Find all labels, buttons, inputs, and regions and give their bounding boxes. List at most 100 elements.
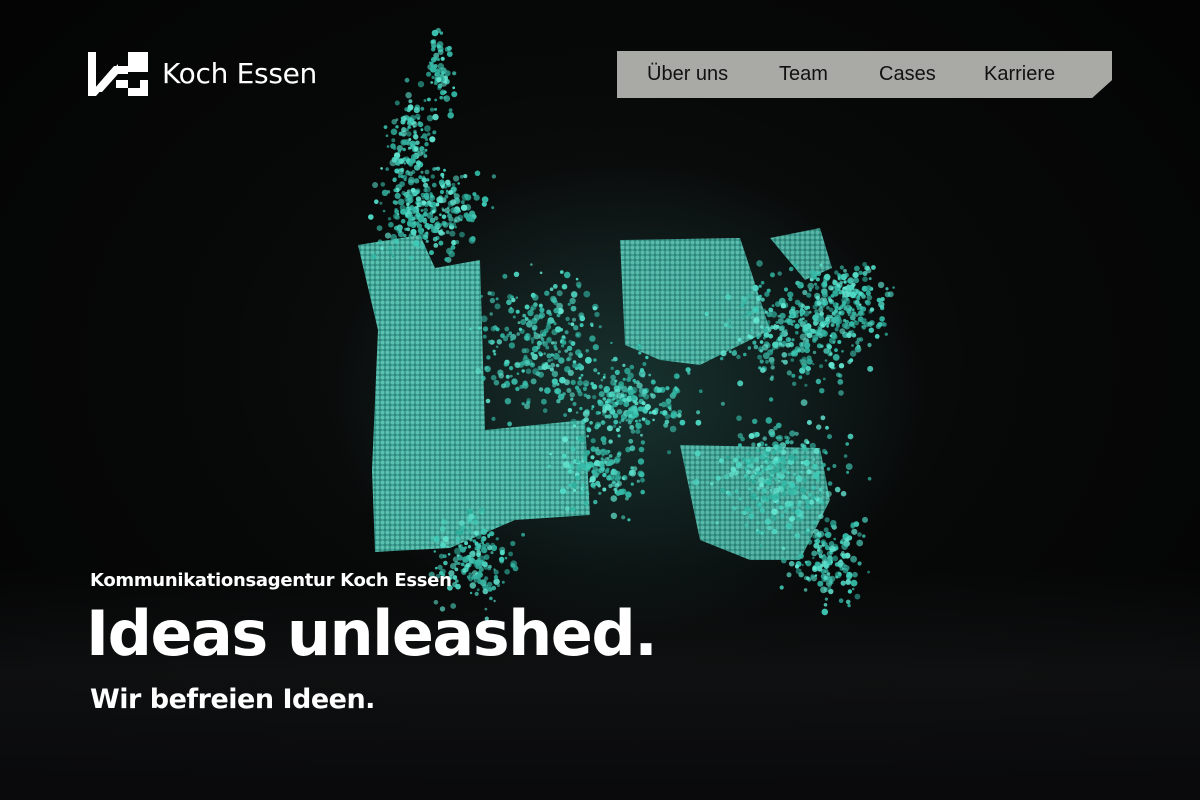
particle bbox=[515, 386, 520, 392]
particle bbox=[745, 458, 750, 463]
particle bbox=[723, 322, 728, 327]
particle bbox=[381, 189, 389, 196]
particle bbox=[773, 467, 780, 473]
particle bbox=[590, 438, 596, 444]
particle bbox=[405, 128, 409, 132]
particle bbox=[768, 333, 774, 339]
nav-item-karriere[interactable]: Karriere bbox=[984, 51, 1055, 98]
particle bbox=[451, 182, 456, 187]
particle bbox=[768, 397, 774, 402]
particle bbox=[427, 132, 431, 136]
particle bbox=[828, 298, 833, 303]
particle bbox=[783, 287, 789, 292]
particle bbox=[521, 369, 525, 373]
particle bbox=[757, 354, 763, 360]
particle bbox=[553, 307, 560, 314]
particle bbox=[673, 373, 680, 380]
particle bbox=[581, 483, 585, 487]
particle bbox=[471, 559, 477, 564]
particle bbox=[761, 494, 768, 501]
particle bbox=[805, 365, 811, 372]
particle bbox=[815, 295, 820, 300]
particle bbox=[429, 136, 436, 143]
particle bbox=[555, 326, 562, 333]
particle bbox=[391, 254, 395, 258]
particle bbox=[447, 112, 454, 119]
particle bbox=[762, 479, 768, 484]
nav-item-cases[interactable]: Cases bbox=[879, 51, 936, 98]
particle bbox=[443, 168, 446, 172]
particle bbox=[778, 326, 785, 332]
particle bbox=[421, 200, 427, 206]
particle bbox=[777, 314, 781, 318]
particle bbox=[388, 245, 392, 250]
nav-item-team[interactable]: Team bbox=[779, 51, 828, 98]
particle bbox=[508, 551, 513, 557]
particle bbox=[851, 311, 856, 317]
particle bbox=[830, 520, 837, 527]
particle bbox=[820, 539, 827, 545]
particle bbox=[618, 381, 625, 388]
particle bbox=[812, 458, 816, 461]
particle bbox=[756, 471, 761, 476]
particle bbox=[756, 336, 760, 340]
particle bbox=[846, 308, 852, 314]
particle bbox=[566, 345, 573, 351]
particle bbox=[424, 218, 428, 222]
particle bbox=[438, 195, 443, 200]
particle bbox=[530, 351, 535, 356]
particle bbox=[485, 542, 490, 547]
particle bbox=[765, 467, 769, 471]
particle bbox=[756, 486, 761, 491]
particle bbox=[603, 373, 606, 376]
particle bbox=[628, 438, 634, 444]
particle bbox=[408, 234, 413, 238]
particle bbox=[566, 388, 572, 393]
particle bbox=[817, 470, 821, 475]
particle bbox=[448, 190, 454, 195]
particle bbox=[764, 443, 768, 447]
brand-logo[interactable]: Koch Essen bbox=[88, 52, 317, 96]
particle bbox=[828, 588, 834, 595]
particle bbox=[763, 328, 768, 333]
particle bbox=[790, 351, 795, 355]
particle bbox=[631, 387, 638, 393]
particle bbox=[778, 450, 782, 454]
particle bbox=[465, 562, 471, 568]
particle bbox=[567, 356, 572, 361]
particle bbox=[642, 362, 647, 366]
particle bbox=[613, 419, 619, 425]
particle bbox=[454, 225, 457, 229]
particle bbox=[856, 296, 861, 301]
particle bbox=[798, 500, 802, 504]
particle bbox=[548, 312, 553, 317]
particle bbox=[719, 458, 724, 464]
particle bbox=[567, 408, 573, 413]
particle bbox=[780, 473, 785, 479]
particle bbox=[801, 494, 807, 500]
particle bbox=[819, 388, 825, 394]
particle bbox=[415, 189, 420, 195]
particle bbox=[437, 62, 444, 70]
particle bbox=[422, 175, 426, 179]
particle bbox=[433, 550, 436, 553]
particle bbox=[426, 178, 430, 182]
particle bbox=[867, 342, 872, 348]
particle bbox=[589, 421, 593, 425]
particle bbox=[583, 393, 588, 398]
particle bbox=[608, 454, 613, 458]
particle bbox=[772, 450, 777, 455]
particle bbox=[773, 324, 777, 328]
particle bbox=[398, 131, 403, 136]
nav-item-ueber-uns[interactable]: Über uns bbox=[647, 51, 728, 98]
particle bbox=[538, 303, 543, 308]
particle bbox=[752, 284, 759, 292]
particle bbox=[770, 375, 774, 379]
particle bbox=[573, 325, 579, 331]
particle bbox=[494, 303, 501, 310]
particle bbox=[629, 445, 636, 452]
particle bbox=[616, 480, 622, 487]
particle bbox=[861, 325, 864, 328]
particle bbox=[419, 146, 425, 152]
particle bbox=[500, 549, 505, 555]
